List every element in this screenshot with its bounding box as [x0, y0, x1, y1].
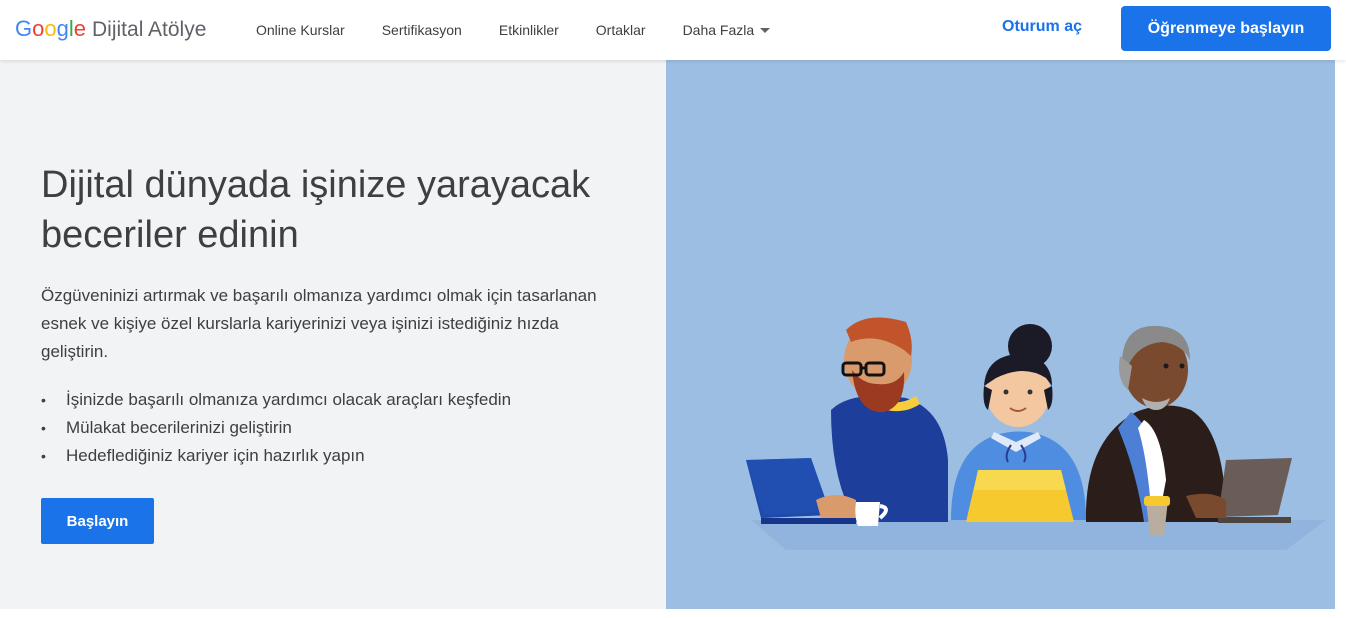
hero-text-panel: Dijital dünyada işinize yarayacak beceri…: [0, 60, 666, 609]
hero-title-line: Dijital dünyada işinize yarayacak: [41, 164, 591, 206]
person-bearded-man: [746, 317, 948, 526]
product-name: Dijital Atölye: [92, 18, 207, 41]
hero-desc-line: geliştirin.: [41, 342, 109, 361]
learners-illustration: [746, 317, 1326, 550]
nav-partners[interactable]: Ortaklar: [596, 22, 646, 38]
google-wordmark: Google: [15, 16, 86, 42]
top-header: Google Dijital Atölye Online Kurslar Ser…: [0, 0, 1346, 60]
nav-more-dropdown[interactable]: Daha Fazla: [683, 22, 771, 38]
signin-link[interactable]: Oturum aç: [1002, 18, 1082, 36]
benefits-list: İşinizde başarılı olmanıza yardımcı olac…: [41, 386, 511, 470]
hero-description: Özgüveninizi artırmak ve başarılı olmanı…: [41, 282, 641, 366]
nav-certification[interactable]: Sertifikasyon: [382, 22, 462, 38]
google-digital-garage-logo[interactable]: Google Dijital Atölye: [15, 16, 206, 44]
list-item: Hedeflediğiniz kariyer için hazırlık yap…: [41, 442, 511, 470]
logo-letter: G: [15, 16, 33, 41]
hero-title-line: beceriler edinin: [41, 214, 299, 256]
caret-down-icon: [760, 27, 771, 33]
hero-desc-line: esnek ve kişiye özel kurslarla kariyerin…: [41, 314, 559, 333]
start-learning-button[interactable]: Öğrenmeye başlayın: [1121, 6, 1331, 51]
get-started-button[interactable]: Başlayın: [41, 498, 154, 544]
logo-letter: e: [73, 16, 87, 41]
list-item: İşinizde başarılı olmanıza yardımcı olac…: [41, 386, 511, 414]
hero-title: Dijital dünyada işinize yarayacak beceri…: [41, 160, 641, 260]
nav-events[interactable]: Etkinlikler: [499, 22, 559, 38]
logo-letter: g: [56, 16, 69, 41]
nav-online-courses[interactable]: Online Kurslar: [256, 22, 345, 38]
hero-desc-line: Özgüveninizi artırmak ve başarılı olmanı…: [41, 286, 597, 305]
person-woman-with-bun: [951, 324, 1086, 522]
main-nav: Online Kurslar Sertifikasyon Etkinlikler…: [256, 0, 807, 60]
logo-letter: o: [32, 16, 45, 41]
person-older-man: [1085, 325, 1292, 536]
nav-more-label: Daha Fazla: [682, 22, 755, 38]
hero-illustration-panel: [666, 60, 1335, 609]
logo-letter: o: [44, 16, 57, 41]
list-item: Mülakat becerilerinizi geliştirin: [41, 414, 511, 442]
